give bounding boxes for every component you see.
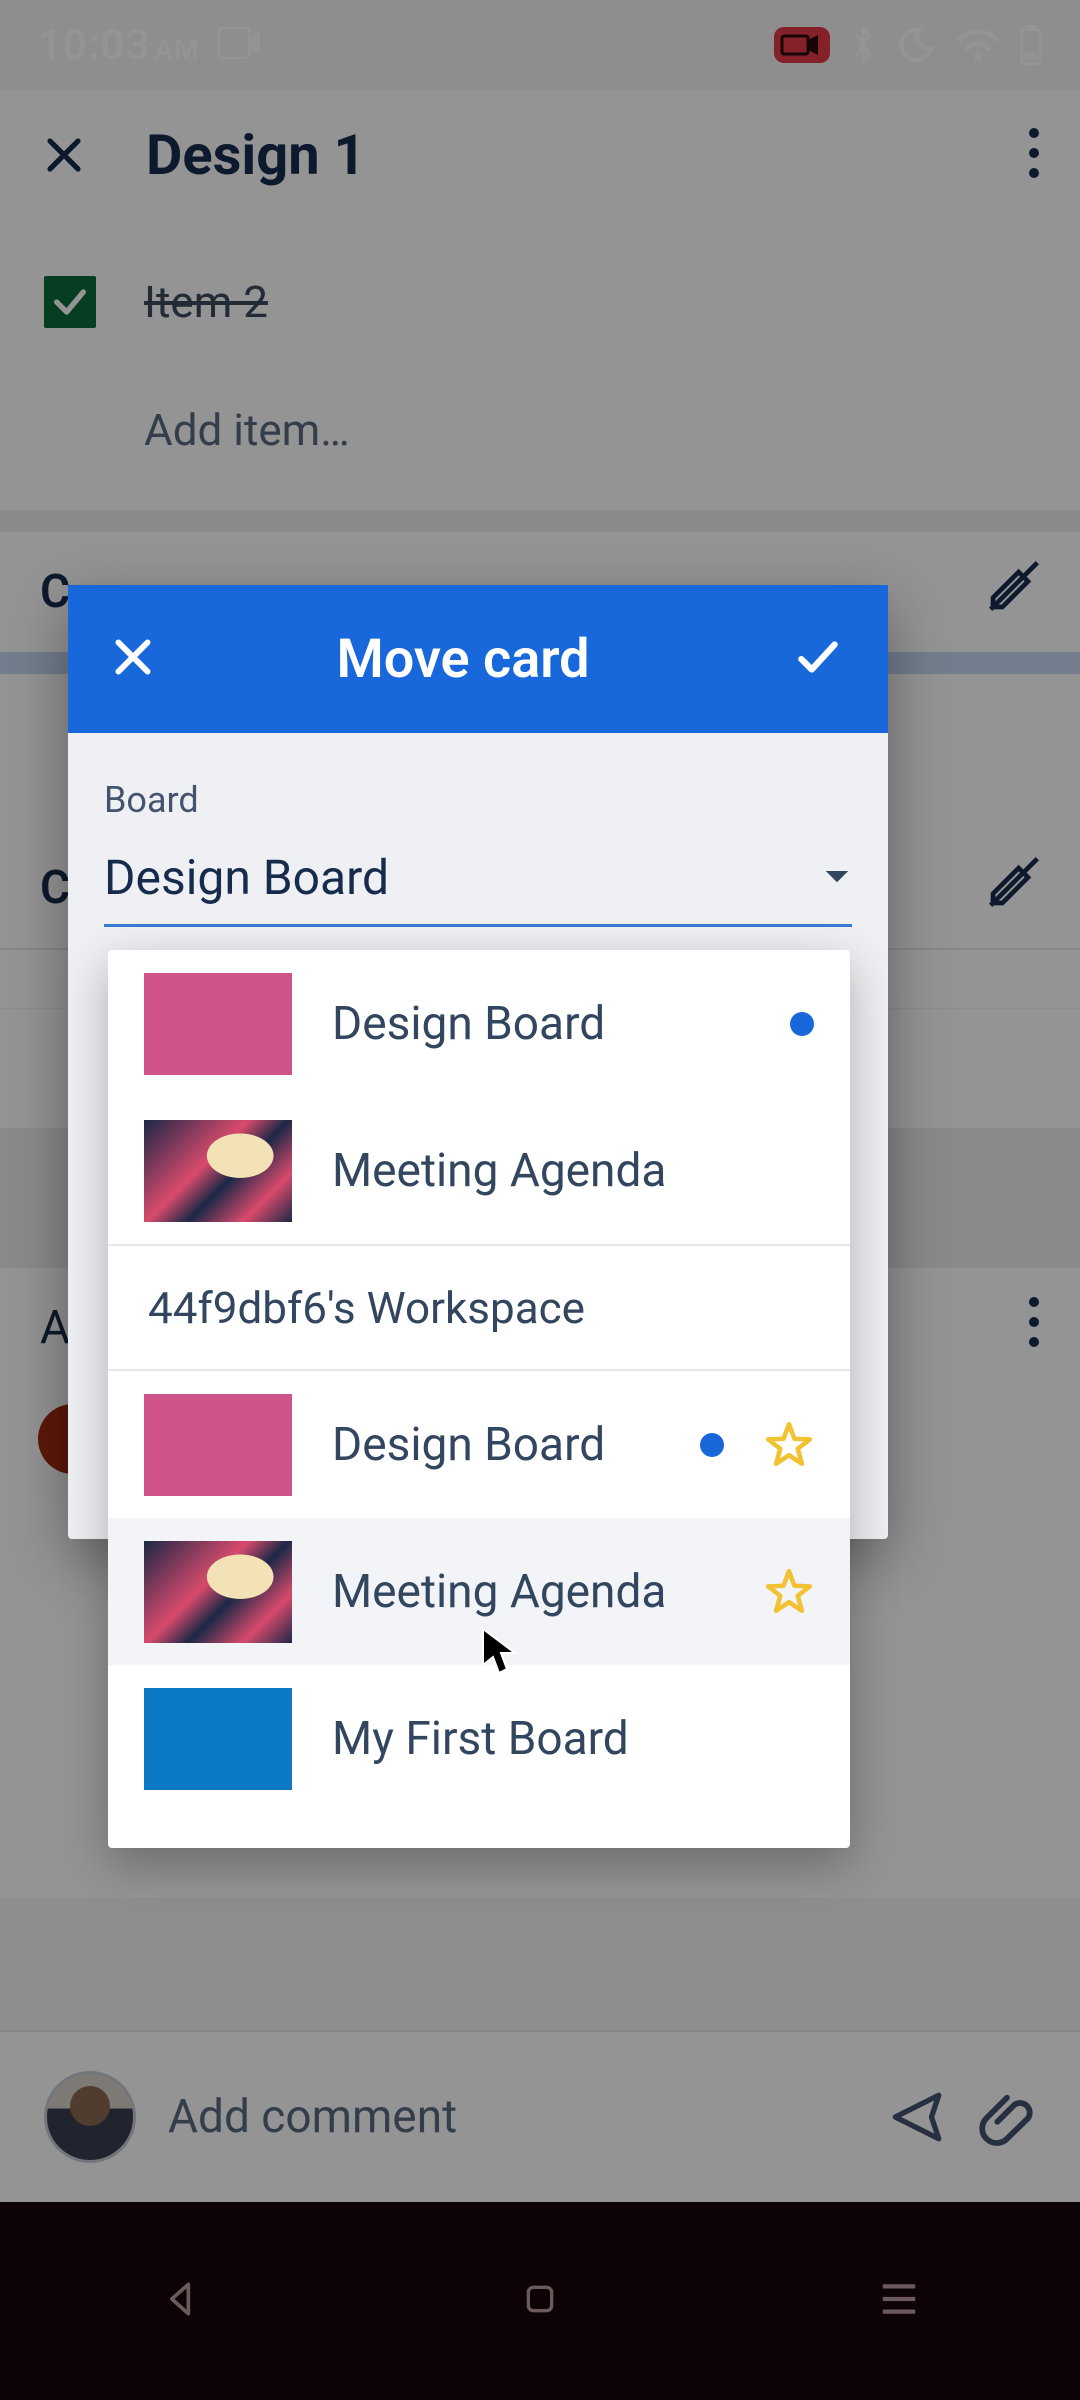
board-option-label: Meeting Agenda bbox=[332, 1565, 724, 1619]
board-option-peek bbox=[108, 1812, 850, 1848]
board-option[interactable]: My First Board bbox=[108, 1665, 850, 1812]
board-option[interactable]: Design Board bbox=[108, 950, 850, 1097]
modal-header: Move card bbox=[68, 585, 888, 733]
board-select-value: Design Board bbox=[104, 849, 389, 906]
board-dropdown: Design Board Meeting Agenda 44f9dbf6's W… bbox=[108, 950, 850, 1848]
confirm-icon[interactable] bbox=[788, 632, 848, 686]
board-select[interactable]: Design Board bbox=[104, 849, 852, 927]
board-option-label: Design Board bbox=[332, 997, 750, 1051]
star-icon[interactable] bbox=[764, 1567, 814, 1617]
board-thumbnail bbox=[144, 1541, 292, 1643]
board-thumbnail bbox=[144, 973, 292, 1075]
board-thumbnail bbox=[144, 1120, 292, 1222]
board-option[interactable]: Meeting Agenda bbox=[108, 1097, 850, 1244]
board-option-label: Meeting Agenda bbox=[332, 1144, 814, 1198]
board-option[interactable]: Design Board bbox=[108, 1371, 850, 1518]
board-option-label: My First Board bbox=[332, 1712, 814, 1766]
star-icon[interactable] bbox=[764, 1420, 814, 1470]
chevron-down-icon bbox=[822, 866, 852, 890]
board-option[interactable]: Meeting Agenda bbox=[108, 1518, 850, 1665]
close-icon[interactable] bbox=[108, 632, 158, 686]
current-indicator-icon bbox=[700, 1433, 724, 1457]
board-option-label: Design Board bbox=[332, 1418, 660, 1472]
modal-title: Move card bbox=[158, 628, 788, 691]
field-label-board: Board bbox=[104, 779, 852, 821]
current-indicator-icon bbox=[790, 1012, 814, 1036]
board-thumbnail bbox=[144, 1688, 292, 1790]
workspace-header: 44f9dbf6's Workspace bbox=[108, 1246, 850, 1369]
board-thumbnail bbox=[144, 1394, 292, 1496]
